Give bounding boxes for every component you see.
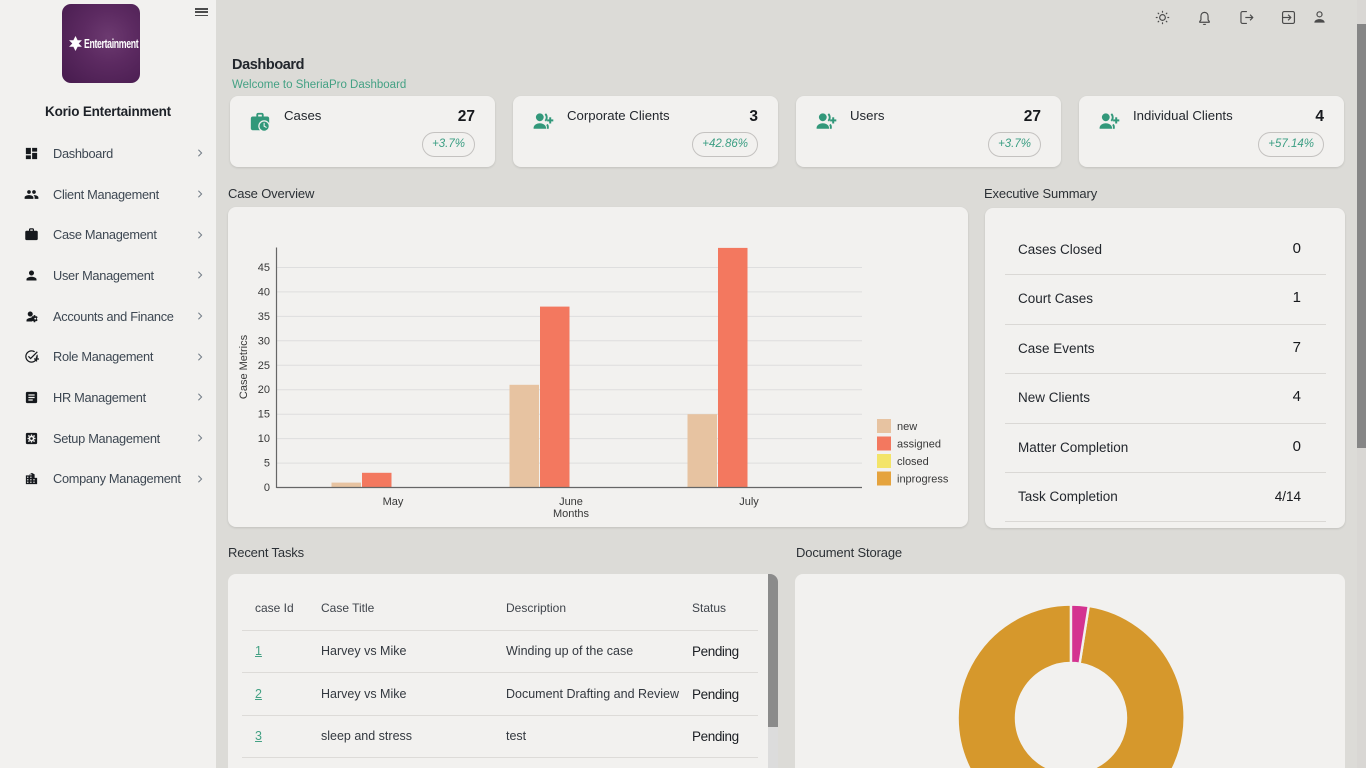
svg-text:Months: Months [553,508,590,520]
svg-text:0: 0 [264,482,270,494]
svg-text:15: 15 [258,409,270,421]
svg-text:45: 45 [258,262,270,274]
svg-text:May: May [383,496,404,508]
svg-text:inprogress: inprogress [897,474,949,486]
svg-text:40: 40 [258,286,270,298]
svg-text:25: 25 [258,360,270,372]
svg-text:June: June [559,496,583,508]
svg-text:closed: closed [897,456,929,468]
svg-text:10: 10 [258,433,270,445]
svg-text:30: 30 [258,335,270,347]
svg-text:5: 5 [264,458,270,470]
svg-text:July: July [739,496,759,508]
svg-text:assigned: assigned [897,439,941,451]
svg-text:20: 20 [258,384,270,396]
svg-text:35: 35 [258,311,270,323]
svg-text:new: new [897,421,917,433]
svg-text:Case Metrics: Case Metrics [238,334,250,399]
